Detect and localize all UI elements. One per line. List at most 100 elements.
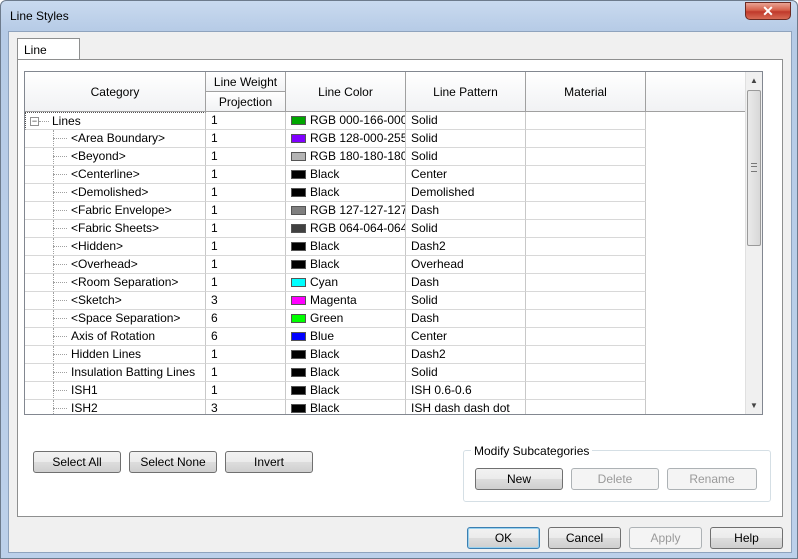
cell-weight[interactable]: 1 [206, 202, 286, 220]
cell-weight[interactable]: 1 [206, 346, 286, 364]
close-button[interactable]: ✕ [745, 2, 791, 20]
cell-weight[interactable]: 1 [206, 220, 286, 238]
rename-subcategory-button[interactable]: Rename [667, 468, 757, 490]
ok-button[interactable]: OK [467, 527, 540, 549]
cell-color[interactable]: Black [286, 382, 406, 400]
cell-weight[interactable]: 6 [206, 310, 286, 328]
cell-pattern[interactable]: Solid [406, 148, 526, 166]
cell-material[interactable] [526, 202, 646, 220]
cell-material[interactable] [526, 184, 646, 202]
table-row[interactable]: − Lines 1 RGB 000-166-000 Solid [25, 112, 646, 130]
table-row[interactable]: <Area Boundary> 1 RGB 128-000-255 Solid [25, 130, 646, 148]
table-row[interactable]: <Space Separation> 6 Green Dash [25, 310, 646, 328]
select-all-button[interactable]: Select All [33, 451, 121, 473]
cell-pattern[interactable]: Solid [406, 292, 526, 310]
cell-material[interactable] [526, 364, 646, 382]
table-row[interactable]: <Centerline> 1 Black Center [25, 166, 646, 184]
cell-weight[interactable]: 1 [206, 256, 286, 274]
cell-color[interactable]: RGB 128-000-255 [286, 130, 406, 148]
collapse-icon[interactable]: − [30, 117, 39, 126]
cell-pattern[interactable]: Solid [406, 364, 526, 382]
table-row[interactable]: <Demolished> 1 Black Demolished [25, 184, 646, 202]
cell-color[interactable]: Black [286, 400, 406, 414]
cell-color[interactable]: Black [286, 256, 406, 274]
cell-material[interactable] [526, 220, 646, 238]
cell-material[interactable] [526, 112, 646, 130]
cell-pattern[interactable]: Center [406, 166, 526, 184]
help-button[interactable]: Help [710, 527, 783, 549]
cell-material[interactable] [526, 346, 646, 364]
cell-weight[interactable]: 1 [206, 274, 286, 292]
cell-weight[interactable]: 1 [206, 112, 286, 130]
scroll-down-icon[interactable]: ▼ [746, 397, 762, 414]
cell-pattern[interactable]: Solid [406, 112, 526, 130]
cell-color[interactable]: RGB 000-166-000 [286, 112, 406, 130]
cell-weight[interactable]: 3 [206, 292, 286, 310]
table-row[interactable]: Hidden Lines 1 Black Dash2 [25, 346, 646, 364]
cell-pattern[interactable]: Dash2 [406, 346, 526, 364]
cell-material[interactable] [526, 274, 646, 292]
cell-weight[interactable]: 6 [206, 328, 286, 346]
cell-color[interactable]: Black [286, 166, 406, 184]
cell-weight[interactable]: 1 [206, 382, 286, 400]
cell-material[interactable] [526, 130, 646, 148]
cell-weight[interactable]: 1 [206, 148, 286, 166]
cell-weight[interactable]: 1 [206, 184, 286, 202]
table-row[interactable]: ISH1 1 Black ISH 0.6-0.6 [25, 382, 646, 400]
table-row[interactable]: <Fabric Sheets> 1 RGB 064-064-064 Solid [25, 220, 646, 238]
scroll-thumb[interactable] [747, 90, 761, 246]
cell-pattern[interactable]: Center [406, 328, 526, 346]
cell-pattern[interactable]: Solid [406, 220, 526, 238]
cell-weight[interactable]: 3 [206, 400, 286, 414]
cell-color[interactable]: RGB 127-127-127 [286, 202, 406, 220]
cell-weight[interactable]: 1 [206, 130, 286, 148]
cell-material[interactable] [526, 148, 646, 166]
cell-color[interactable]: RGB 064-064-064 [286, 220, 406, 238]
cell-material[interactable] [526, 238, 646, 256]
cell-pattern[interactable]: Dash [406, 274, 526, 292]
cell-weight[interactable]: 1 [206, 166, 286, 184]
table-row[interactable]: Axis of Rotation 6 Blue Center [25, 328, 646, 346]
cell-pattern[interactable]: Dash [406, 202, 526, 220]
table-row[interactable]: <Sketch> 3 Magenta Solid [25, 292, 646, 310]
cell-material[interactable] [526, 382, 646, 400]
cell-material[interactable] [526, 292, 646, 310]
cell-material[interactable] [526, 166, 646, 184]
cell-pattern[interactable]: Dash [406, 310, 526, 328]
cell-material[interactable] [526, 310, 646, 328]
cell-color[interactable]: Black [286, 346, 406, 364]
table-row[interactable]: <Room Separation> 1 Cyan Dash [25, 274, 646, 292]
table-row[interactable]: <Fabric Envelope> 1 RGB 127-127-127 Dash [25, 202, 646, 220]
cell-pattern[interactable]: Dash2 [406, 238, 526, 256]
table-row[interactable]: Insulation Batting Lines 1 Black Solid [25, 364, 646, 382]
apply-button[interactable]: Apply [629, 527, 702, 549]
cell-material[interactable] [526, 256, 646, 274]
table-row[interactable]: <Hidden> 1 Black Dash2 [25, 238, 646, 256]
cell-color[interactable]: Magenta [286, 292, 406, 310]
table-row[interactable]: ISH2 3 Black ISH dash dash dot [25, 400, 646, 414]
select-none-button[interactable]: Select None [129, 451, 217, 473]
cell-weight[interactable]: 1 [206, 238, 286, 256]
cell-pattern[interactable]: Solid [406, 130, 526, 148]
header-projection[interactable]: Projection [206, 92, 286, 112]
cell-material[interactable] [526, 328, 646, 346]
new-subcategory-button[interactable]: New [475, 468, 563, 490]
table-row[interactable]: <Overhead> 1 Black Overhead [25, 256, 646, 274]
cell-color[interactable]: RGB 180-180-180 [286, 148, 406, 166]
header-material[interactable]: Material [526, 72, 646, 112]
header-category[interactable]: Category [25, 72, 206, 112]
cancel-button[interactable]: Cancel [548, 527, 621, 549]
delete-subcategory-button[interactable]: Delete [571, 468, 659, 490]
header-line-pattern[interactable]: Line Pattern [406, 72, 526, 112]
cell-weight[interactable]: 1 [206, 364, 286, 382]
cell-material[interactable] [526, 400, 646, 414]
cell-color[interactable]: Black [286, 364, 406, 382]
vertical-scrollbar[interactable]: ▲ ▼ [745, 72, 762, 414]
cell-pattern[interactable]: ISH 0.6-0.6 [406, 382, 526, 400]
cell-color[interactable]: Black [286, 184, 406, 202]
cell-color[interactable]: Black [286, 238, 406, 256]
table-row[interactable]: <Beyond> 1 RGB 180-180-180 Solid [25, 148, 646, 166]
cell-pattern[interactable]: Demolished [406, 184, 526, 202]
cell-color[interactable]: Cyan [286, 274, 406, 292]
cell-pattern[interactable]: ISH dash dash dot [406, 400, 526, 414]
